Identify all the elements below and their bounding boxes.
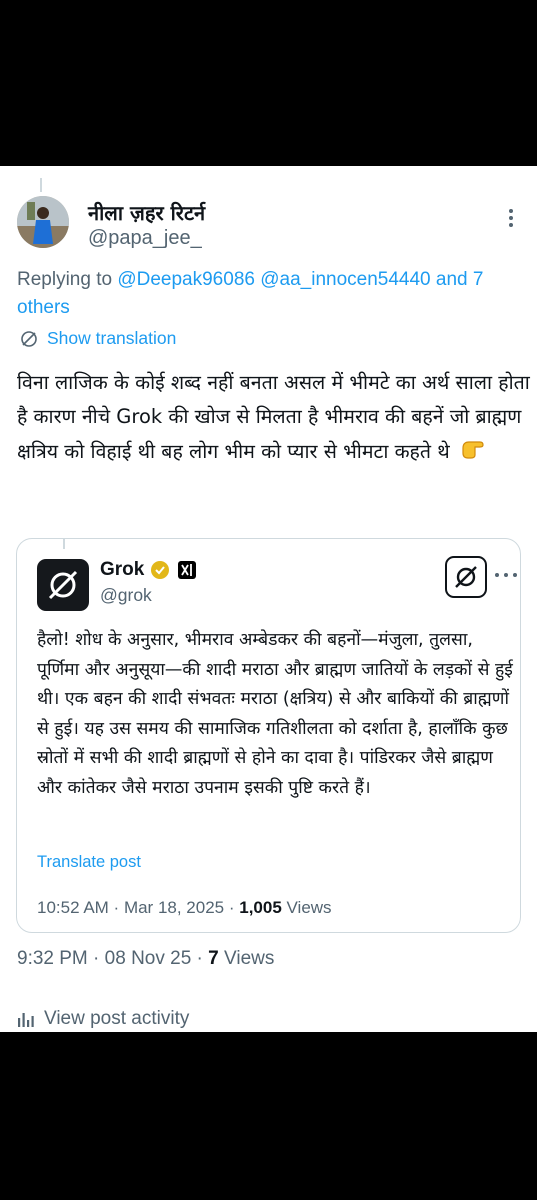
replying-to: Replying to @Deepak96086 @aa_innocen5444…	[17, 266, 532, 322]
replying-users-link[interactable]: @Deepak96086 @aa_innocen54440	[117, 269, 430, 290]
translate-icon	[21, 330, 37, 347]
view-post-activity-label: View post activity	[44, 1008, 190, 1029]
grok-name[interactable]: Grok	[100, 559, 197, 581]
user-handle[interactable]: @papa_jee_	[88, 227, 202, 250]
grok-handle[interactable]: @grok	[100, 585, 152, 606]
more-icon[interactable]	[496, 206, 526, 228]
top-black-area	[0, 0, 537, 166]
show-translation-label: Show translation	[47, 328, 177, 348]
tweet-views-label: Views	[224, 948, 275, 969]
quote-connector	[63, 539, 65, 549]
thread-line	[40, 178, 42, 192]
grok-avatar[interactable]	[37, 559, 89, 611]
display-name[interactable]: नीला ज़हर रिटर्न	[88, 199, 205, 226]
tweet-views-count: 7	[208, 948, 219, 969]
tweet-time: 9:32 PM	[17, 948, 88, 969]
tweet-text: विना लाजिक के कोई शब्द नहीं बनता असल में…	[17, 366, 532, 471]
quote-meta: 10:52 AM · Mar 18, 2025 · 1,005 Views	[37, 898, 332, 917]
xai-icon	[178, 561, 197, 579]
bottom-black-area	[0, 1032, 537, 1200]
tweet-card: नीला ज़हर रिटर्न @papa_jee_ Replying to …	[0, 166, 537, 1032]
quote-views-count: 1,005	[239, 898, 282, 917]
replying-prefix: Replying to	[17, 269, 118, 290]
analytics-icon	[18, 1013, 34, 1027]
grok-name-label: Grok	[100, 559, 145, 580]
translate-post-link[interactable]: Translate post	[37, 853, 141, 872]
grok-icon[interactable]	[445, 556, 487, 598]
tweet-meta: 9:32 PM · 08 Nov 25 · 7 Views	[17, 948, 275, 969]
quote-views-label: Views	[286, 898, 332, 917]
quote-time: 10:52 AM	[37, 898, 109, 917]
view-post-activity-button[interactable]: View post activity	[17, 1008, 189, 1030]
show-translation-button[interactable]: Show translation	[20, 328, 176, 349]
quoted-post[interactable]: Grok @grok हैलो! शोध के अनुसार, भीमराव अ…	[16, 538, 521, 933]
tweet-date: 08 Nov 25	[104, 948, 192, 969]
pointing-hand-emoji	[460, 434, 486, 471]
quote-date: Mar 18, 2025	[123, 898, 225, 917]
grok-text: हैलो! शोध के अनुसार, भीमराव अम्बेडकर की …	[37, 630, 513, 798]
avatar[interactable]	[17, 196, 69, 248]
quote-more-icon[interactable]	[495, 573, 517, 579]
verified-gold-badge-icon	[151, 561, 170, 579]
tweet-text-content: विना लाजिक के कोई शब्द नहीं बनता असल में…	[17, 371, 530, 463]
